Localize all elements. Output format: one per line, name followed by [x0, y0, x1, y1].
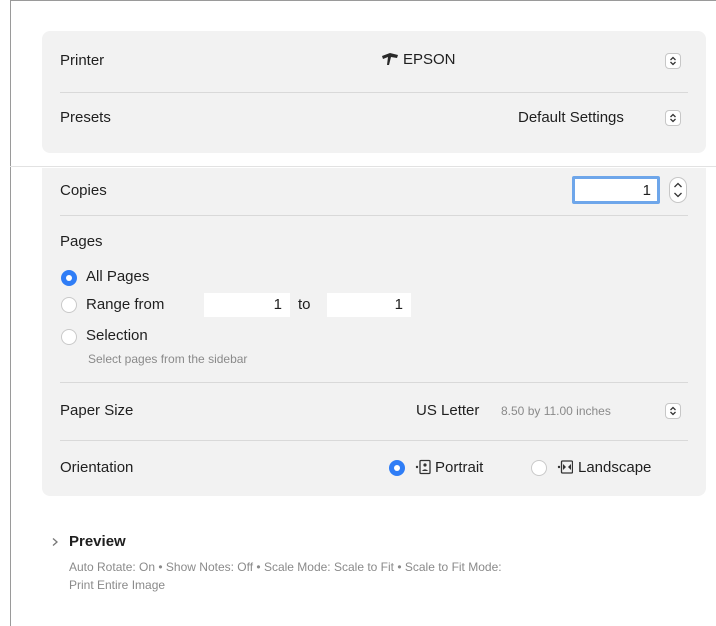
chevron-up-down-icon: [670, 406, 676, 416]
preview-summary-line1: Auto Rotate: On • Show Notes: Off • Scal…: [69, 560, 502, 574]
paper-size-popup-button[interactable]: [665, 403, 681, 419]
copies-stepper[interactable]: [669, 177, 687, 203]
landscape-icon: [557, 460, 573, 474]
chevron-right-icon[interactable]: [51, 537, 59, 547]
chevron-up-down-icon: [674, 182, 682, 198]
range-to-label: to: [298, 296, 311, 313]
preview-summary-line2: Print Entire Image: [69, 578, 166, 592]
landscape-label[interactable]: Landscape: [578, 459, 651, 476]
section-divider: [10, 166, 716, 167]
copies-field[interactable]: 1: [572, 176, 660, 204]
selection-label[interactable]: Selection: [86, 327, 148, 344]
pages-label: Pages: [60, 233, 103, 250]
portrait-icon: [415, 459, 431, 475]
presets-value[interactable]: Default Settings: [518, 109, 624, 126]
printer-label: Printer: [60, 52, 105, 69]
portrait-label[interactable]: Portrait: [435, 459, 483, 476]
selection-hint: Select pages from the sidebar: [88, 352, 248, 366]
orientation-label: Orientation: [60, 459, 134, 476]
presets-label: Presets: [60, 109, 111, 126]
selection-radio[interactable]: [61, 329, 77, 345]
divider: [60, 382, 688, 383]
all-pages-radio[interactable]: [61, 270, 77, 286]
portrait-radio[interactable]: [389, 460, 405, 476]
landscape-radio[interactable]: [531, 460, 547, 476]
divider: [60, 92, 688, 93]
chevron-up-down-icon: [670, 113, 676, 123]
range-from-label[interactable]: Range from: [86, 296, 164, 313]
chevron-up-down-icon: [670, 56, 676, 66]
paper-size-detail: 8.50 by 11.00 inches: [501, 404, 611, 418]
window-top-border: [10, 0, 716, 1]
presets-popup-button[interactable]: [665, 110, 681, 126]
printer-value[interactable]: EPSON: [403, 51, 456, 68]
range-end-field[interactable]: 1: [327, 293, 411, 317]
divider: [60, 440, 688, 441]
paper-size-label: Paper Size: [60, 402, 134, 419]
range-radio[interactable]: [61, 297, 77, 313]
printer-popup-button[interactable]: [665, 53, 681, 69]
preview-disclosure[interactable]: Preview: [69, 533, 126, 550]
paper-size-value[interactable]: US Letter: [416, 402, 479, 419]
range-start-field[interactable]: 1: [204, 293, 290, 317]
all-pages-label[interactable]: All Pages: [86, 268, 149, 285]
window-left-border: [10, 0, 11, 626]
divider: [60, 215, 688, 216]
printer-icon: [382, 53, 398, 65]
copies-label: Copies: [60, 182, 107, 199]
